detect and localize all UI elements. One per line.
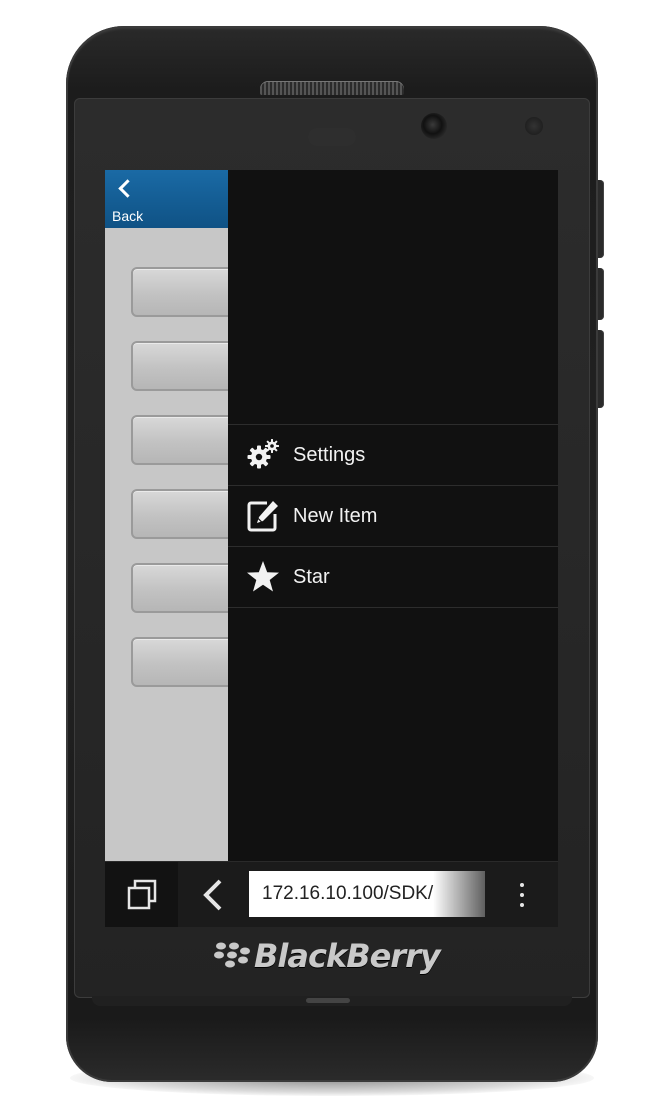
menu-item-label: Settings [293,443,366,466]
browser-back-button[interactable] [197,878,231,912]
back-button[interactable]: Back [105,170,228,228]
address-bar-input[interactable] [249,871,485,917]
menu-item-star[interactable]: Star [228,546,558,608]
overflow-dot-icon [520,903,524,907]
screen: Back Settings New Item Star 172.16.10.10… [105,170,558,927]
front-camera [421,113,447,139]
overflow-dot-icon [520,893,524,897]
context-menu: Settings New Item Star [228,170,558,861]
chevron-left-icon [203,879,222,911]
browser-action-bar [105,861,558,927]
menu-item-settings[interactable]: Settings [228,424,558,485]
usb-port [306,998,350,1003]
brand-logo: BlackBerry [212,934,452,978]
earpiece-speaker [260,81,404,95]
list-pane: Back [105,170,245,861]
light-sensor [525,117,543,135]
new-item-icon [245,498,281,534]
tabs-icon [127,879,156,910]
menu-item-label: New Item [293,504,378,527]
brand-name: BlackBerry [254,937,441,975]
back-label: Back [112,208,144,224]
gears-icon [245,437,281,473]
proximity-sensor [308,128,356,146]
menu-item-label: Star [293,565,330,588]
star-icon [245,559,281,595]
menu-item-new-item[interactable]: New Item [228,485,558,546]
overflow-dot-icon [520,883,524,887]
overflow-menu-button[interactable] [509,878,535,912]
chevron-left-icon [118,179,137,198]
tabs-button[interactable] [105,862,178,927]
blackberry-logo-icon [214,942,250,968]
